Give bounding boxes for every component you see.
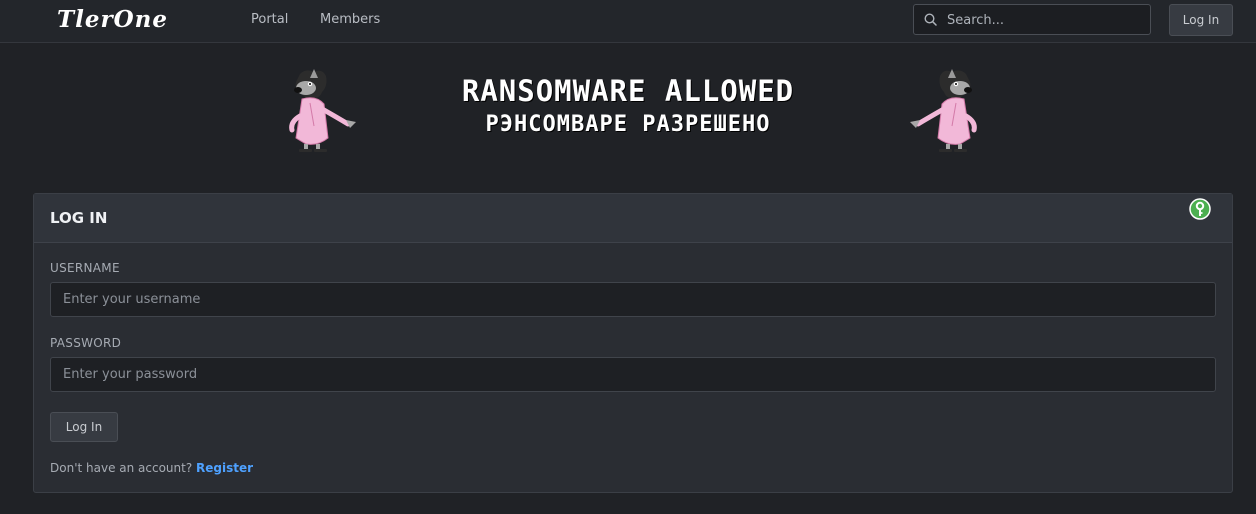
login-panel-header: LOG IN [34, 194, 1232, 243]
search-box[interactable] [913, 4, 1151, 36]
username-input[interactable] [50, 282, 1216, 317]
password-label: PASSWORD [50, 336, 122, 350]
key-icon[interactable] [1189, 198, 1211, 220]
search-input[interactable] [945, 5, 1149, 36]
no-account-text: Don't have an account? [50, 461, 193, 475]
site-logo[interactable]: TlerOne [57, 6, 168, 33]
banner-title-english: RANSOMWARE ALLOWED [461, 74, 795, 108]
banner: RANSOMWARE ALLOWED РЭНСОМВАРЕ РАЗРЕШЕНО [0, 58, 1256, 158]
banner-title-russian: РЭНСОМВАРЕ РАЗРЕШЕНО [485, 112, 771, 137]
nav-link-members[interactable]: Members [320, 12, 380, 27]
top-navigation-bar: TlerOne Portal Members Log In [0, 0, 1256, 43]
nav-link-portal[interactable]: Portal [251, 12, 288, 27]
login-submit-button[interactable]: Log In [50, 412, 118, 442]
wolf-cartoon-right [910, 69, 977, 152]
login-panel: LOG IN USERNAME PASSWORD Log In Don't ha… [33, 193, 1233, 493]
register-link[interactable]: Register [196, 461, 253, 475]
header-login-button[interactable]: Log In [1169, 4, 1233, 36]
password-input[interactable] [50, 357, 1216, 392]
register-prompt: Don't have an account? Register [50, 461, 253, 475]
search-icon [924, 13, 937, 26]
username-label: USERNAME [50, 261, 120, 275]
login-panel-title: LOG IN [50, 209, 108, 227]
